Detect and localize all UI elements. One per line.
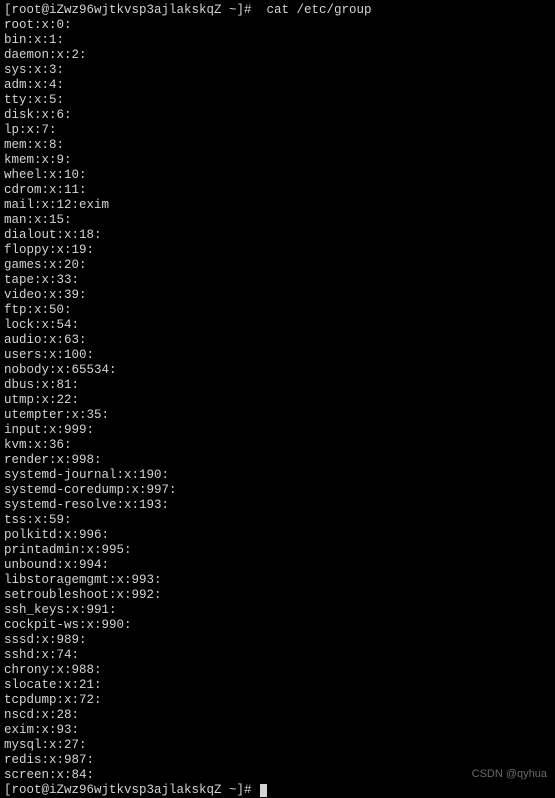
output-line: printadmin:x:995: xyxy=(4,543,551,558)
output-line: man:x:15: xyxy=(4,213,551,228)
command-prompt-end[interactable]: [root@iZwz96wjtkvsp3ajlakskqZ ~]# xyxy=(4,783,551,798)
output-line: bin:x:1: xyxy=(4,33,551,48)
output-line: render:x:998: xyxy=(4,453,551,468)
output-line: cockpit-ws:x:990: xyxy=(4,618,551,633)
output-line: users:x:100: xyxy=(4,348,551,363)
output-line: tty:x:5: xyxy=(4,93,551,108)
output-line: wheel:x:10: xyxy=(4,168,551,183)
output-line: kvm:x:36: xyxy=(4,438,551,453)
output-line: daemon:x:2: xyxy=(4,48,551,63)
output-line: ssh_keys:x:991: xyxy=(4,603,551,618)
output-line: cdrom:x:11: xyxy=(4,183,551,198)
output-line: nscd:x:28: xyxy=(4,708,551,723)
output-line: video:x:39: xyxy=(4,288,551,303)
output-line: sssd:x:989: xyxy=(4,633,551,648)
output-line: adm:x:4: xyxy=(4,78,551,93)
output-line: systemd-coredump:x:997: xyxy=(4,483,551,498)
terminal-output[interactable]: [root@iZwz96wjtkvsp3ajlakskqZ ~]# cat /e… xyxy=(4,3,551,798)
output-line: exim:x:93: xyxy=(4,723,551,738)
output-line: dialout:x:18: xyxy=(4,228,551,243)
output-line: setroubleshoot:x:992: xyxy=(4,588,551,603)
output-line: libstoragemgmt:x:993: xyxy=(4,573,551,588)
output-line: mysql:x:27: xyxy=(4,738,551,753)
output-line: dbus:x:81: xyxy=(4,378,551,393)
output-line: utempter:x:35: xyxy=(4,408,551,423)
cursor xyxy=(260,784,267,797)
output-line: ftp:x:50: xyxy=(4,303,551,318)
output-line: tss:x:59: xyxy=(4,513,551,528)
output-line: mail:x:12:exim xyxy=(4,198,551,213)
output-line: utmp:x:22: xyxy=(4,393,551,408)
output-line: slocate:x:21: xyxy=(4,678,551,693)
output-line: mem:x:8: xyxy=(4,138,551,153)
output-line: sshd:x:74: xyxy=(4,648,551,663)
prompt-text: [root@iZwz96wjtkvsp3ajlakskqZ ~]# xyxy=(4,783,259,797)
command-prompt-line: [root@iZwz96wjtkvsp3ajlakskqZ ~]# cat /e… xyxy=(4,3,551,18)
output-line: kmem:x:9: xyxy=(4,153,551,168)
output-line: sys:x:3: xyxy=(4,63,551,78)
output-line: tape:x:33: xyxy=(4,273,551,288)
output-line: nobody:x:65534: xyxy=(4,363,551,378)
output-line: audio:x:63: xyxy=(4,333,551,348)
output-line: systemd-journal:x:190: xyxy=(4,468,551,483)
output-line: unbound:x:994: xyxy=(4,558,551,573)
output-line: input:x:999: xyxy=(4,423,551,438)
output-line: games:x:20: xyxy=(4,258,551,273)
output-line: lp:x:7: xyxy=(4,123,551,138)
output-line: systemd-resolve:x:193: xyxy=(4,498,551,513)
output-line: disk:x:6: xyxy=(4,108,551,123)
output-line: screen:x:84: xyxy=(4,768,551,783)
output-line: chrony:x:988: xyxy=(4,663,551,678)
output-lines-container: root:x:0:bin:x:1:daemon:x:2:sys:x:3:adm:… xyxy=(4,18,551,783)
output-line: redis:x:987: xyxy=(4,753,551,768)
output-line: floppy:x:19: xyxy=(4,243,551,258)
output-line: lock:x:54: xyxy=(4,318,551,333)
output-line: tcpdump:x:72: xyxy=(4,693,551,708)
watermark: CSDN @qyhua xyxy=(472,767,547,782)
output-line: polkitd:x:996: xyxy=(4,528,551,543)
output-line: root:x:0: xyxy=(4,18,551,33)
